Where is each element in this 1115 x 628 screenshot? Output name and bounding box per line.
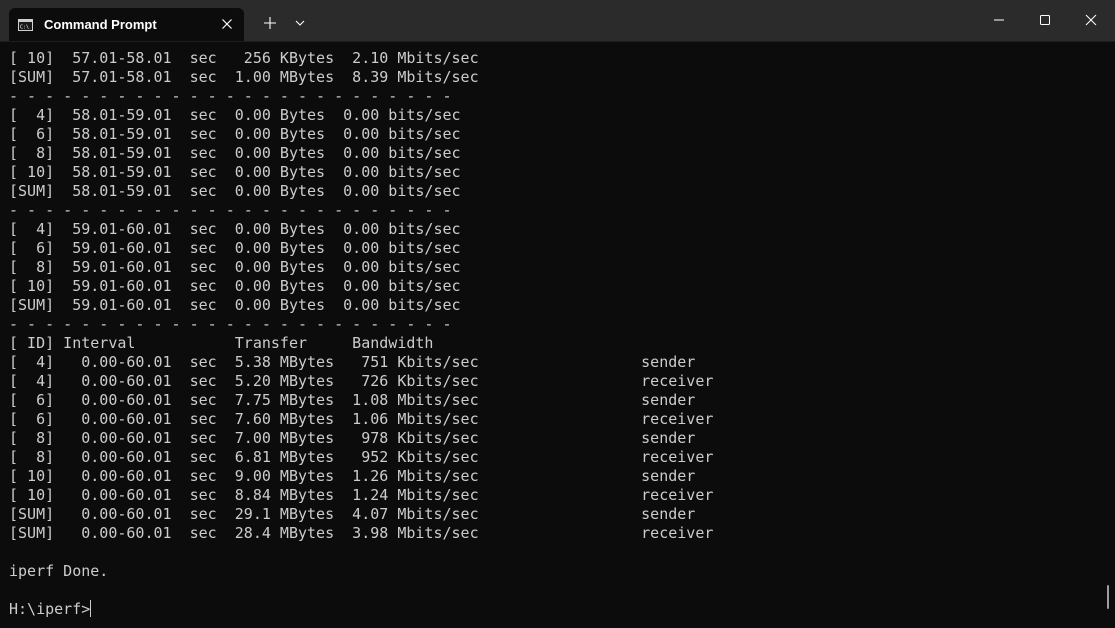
console-line: [ 6] 0.00-60.01 sec 7.75 MBytes 1.08 Mbi… (9, 391, 696, 409)
console-line: [ 4] 58.01-59.01 sec 0.00 Bytes 0.00 bit… (9, 106, 461, 124)
console-line: [SUM] 58.01-59.01 sec 0.00 Bytes 0.00 bi… (9, 182, 461, 200)
console-line: [ 6] 0.00-60.01 sec 7.60 MBytes 1.06 Mbi… (9, 410, 714, 428)
console-line: [ 8] 58.01-59.01 sec 0.00 Bytes 0.00 bit… (9, 144, 461, 162)
maximize-icon (1040, 15, 1050, 25)
minimize-icon (994, 19, 1004, 21)
console-line: [SUM] 0.00-60.01 sec 29.1 MBytes 4.07 Mb… (9, 505, 696, 523)
console-line: [ 8] 59.01-60.01 sec 0.00 Bytes 0.00 bit… (9, 258, 461, 276)
console-line: - - - - - - - - - - - - - - - - - - - - … (9, 315, 452, 333)
command-prompt-icon: C:\ (18, 18, 33, 31)
console-line: [ 4] 0.00-60.01 sec 5.20 MBytes 726 Kbit… (9, 372, 714, 390)
console-line: - - - - - - - - - - - - - - - - - - - - … (9, 87, 452, 105)
console-output[interactable]: [ 10] 57.01-58.01 sec 256 KBytes 2.10 Mb… (9, 49, 713, 619)
console-line: [ 8] 0.00-60.01 sec 6.81 MBytes 952 Kbit… (9, 448, 714, 466)
maximize-button[interactable] (1022, 0, 1068, 41)
console-line: [ 10] 59.01-60.01 sec 0.00 Bytes 0.00 bi… (9, 277, 461, 295)
console-line: [SUM] 59.01-60.01 sec 0.00 Bytes 0.00 bi… (9, 296, 461, 314)
console-line: [ 10] 0.00-60.01 sec 8.84 MBytes 1.24 Mb… (9, 486, 714, 504)
close-icon[interactable] (219, 16, 235, 32)
tab-title: Command Prompt (44, 17, 157, 32)
console-line: [ 6] 58.01-59.01 sec 0.00 Bytes 0.00 bit… (9, 125, 461, 143)
console-line: [ 6] 59.01-60.01 sec 0.00 Bytes 0.00 bit… (9, 239, 461, 257)
console-line: [ 10] 58.01-59.01 sec 0.00 Bytes 0.00 bi… (9, 163, 461, 181)
svg-text:C:\: C:\ (20, 25, 29, 31)
command-prompt-line[interactable]: H:\iperf> (9, 600, 90, 618)
close-icon (1085, 14, 1097, 26)
console-line: [ 10] 0.00-60.01 sec 9.00 MBytes 1.26 Mb… (9, 467, 696, 485)
console-line: [ 4] 59.01-60.01 sec 0.00 Bytes 0.00 bit… (9, 220, 461, 238)
chevron-down-icon[interactable] (290, 12, 310, 34)
scrollbar-thumb[interactable] (1107, 585, 1109, 609)
console-line: [SUM] 0.00-60.01 sec 28.4 MBytes 3.98 Mb… (9, 524, 714, 542)
console-line: - - - - - - - - - - - - - - - - - - - - … (9, 201, 452, 219)
console-line: [ 4] 0.00-60.01 sec 5.38 MBytes 751 Kbit… (9, 353, 696, 371)
plus-icon[interactable] (259, 12, 281, 34)
console-line: [SUM] 57.01-58.01 sec 1.00 MBytes 8.39 M… (9, 68, 479, 86)
minimize-button[interactable] (976, 0, 1022, 41)
title-bar[interactable]: C:\ Command Prompt (0, 0, 1115, 42)
terminal-window: C:\ Command Prompt [10] 57.01-58.01 sec… (0, 0, 1115, 628)
close-window-button[interactable] (1068, 0, 1114, 41)
tab-command-prompt[interactable]: C:\ Command Prompt (9, 8, 244, 41)
text-cursor (90, 600, 92, 617)
console-line: [ 10] 57.01-58.01 sec 256 KBytes 2.10 Mb… (9, 49, 479, 67)
console-line: [ 8] 0.00-60.01 sec 7.00 MBytes 978 Kbit… (9, 429, 696, 447)
console-line: [ ID] Interval Transfer Bandwidth (9, 334, 434, 352)
console-line: iperf Done. (9, 562, 109, 580)
